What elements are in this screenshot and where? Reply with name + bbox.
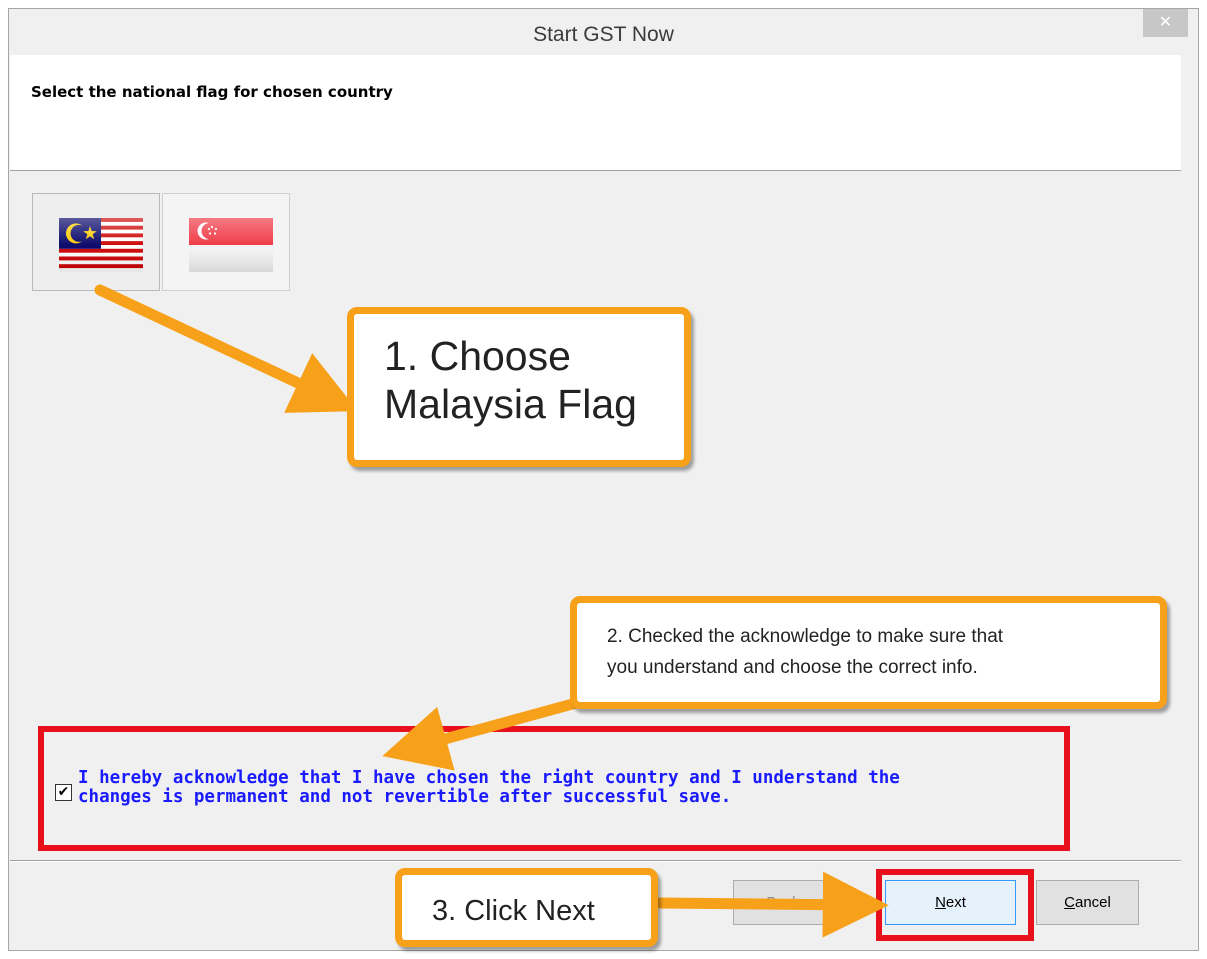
back-button[interactable]: Back [733,880,833,925]
acknowledge-highlight-box [38,726,1070,851]
window-title: Start GST Now [533,23,674,46]
callout-step1: 1. Choose Malaysia Flag [347,307,691,467]
cancel-button[interactable]: Cancel [1036,880,1139,925]
callout-step3-text: 3. Click Next [432,895,595,927]
close-button[interactable]: ✕ [1143,9,1188,37]
footer-separator [10,860,1181,862]
malaysia-flag-icon [59,218,143,272]
next-highlight-box [876,869,1034,941]
flag-button-malaysia[interactable] [32,193,160,291]
callout-step2: 2. Checked the acknowledge to make sure … [570,596,1167,709]
instruction-heading: Select the national flag for chosen coun… [31,83,393,101]
flag-button-singapore[interactable] [162,193,290,291]
singapore-flag-icon [189,218,273,272]
header-panel: Select the national flag for chosen coun… [10,55,1181,171]
callout-step3: 3. Click Next [395,868,658,947]
callout-step1-text: 1. Choose Malaysia Flag [384,333,637,427]
callout-step2-text: 2. Checked the acknowledge to make sure … [607,626,1004,678]
